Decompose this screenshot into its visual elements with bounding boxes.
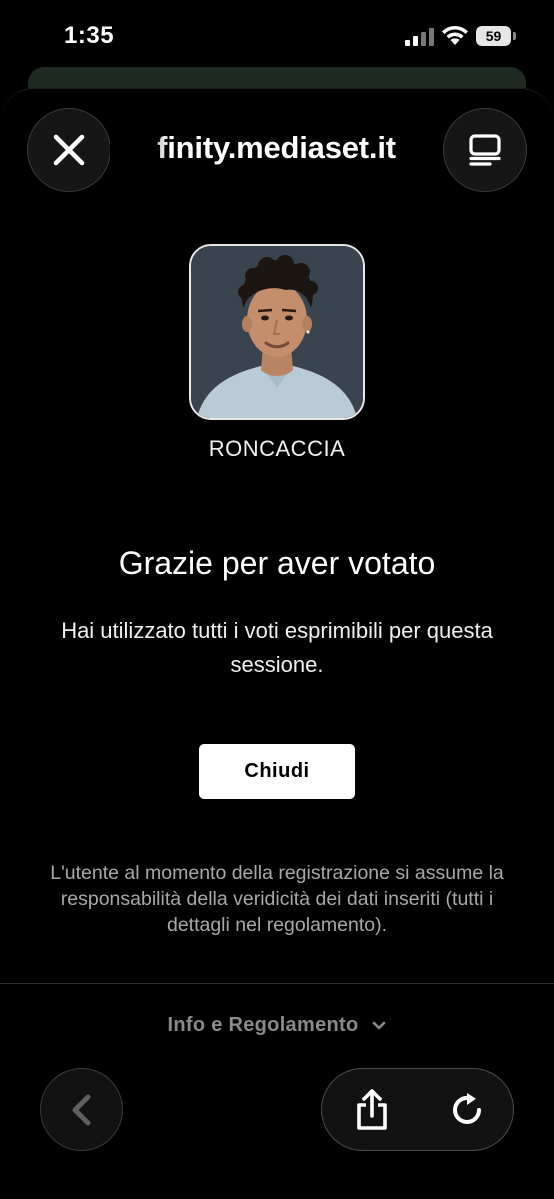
reload-icon bbox=[453, 1093, 481, 1124]
tabs-button[interactable] bbox=[443, 108, 527, 192]
close-button[interactable] bbox=[27, 108, 111, 192]
status-time: 1:35 bbox=[64, 22, 115, 49]
url-text: finity.mediaset.it bbox=[157, 130, 396, 165]
share-icon bbox=[357, 1089, 387, 1130]
disclaimer-text: L'utente al momento della registrazione … bbox=[50, 862, 504, 936]
screen: 1:35 59 finity.mediaset.it RONCACCIA Gra… bbox=[0, 0, 554, 1199]
action-pill bbox=[321, 1068, 514, 1151]
battery-icon: 59 bbox=[476, 26, 516, 46]
close-icon bbox=[53, 134, 85, 166]
votes-exhausted-message: Hai utilizzato tutti i voti esprimibili … bbox=[61, 618, 493, 677]
share-button[interactable] bbox=[350, 1087, 394, 1133]
info-link-label: Info e Regolamento bbox=[167, 1014, 359, 1036]
status-bar: 1:35 59 bbox=[0, 0, 554, 70]
chevron-down-icon bbox=[373, 1021, 386, 1029]
back-button[interactable] bbox=[40, 1068, 123, 1151]
battery-level: 59 bbox=[476, 26, 511, 46]
candidate-photo bbox=[189, 244, 365, 420]
cellular-signal-icon bbox=[405, 28, 435, 46]
wifi-icon bbox=[442, 25, 468, 45]
chiudi-button[interactable]: Chiudi bbox=[199, 744, 355, 799]
reload-button[interactable] bbox=[446, 1089, 488, 1131]
thanks-title: Grazie per aver votato bbox=[118, 545, 436, 581]
candidate-name: RONCACCIA bbox=[208, 436, 346, 461]
divider bbox=[0, 983, 554, 984]
info-regolamento-link[interactable]: Info e Regolamento bbox=[0, 1014, 554, 1037]
chevron-left-icon bbox=[72, 1094, 90, 1125]
tabs-icon bbox=[469, 134, 501, 166]
url-bar[interactable]: finity.mediaset.it bbox=[110, 123, 443, 173]
